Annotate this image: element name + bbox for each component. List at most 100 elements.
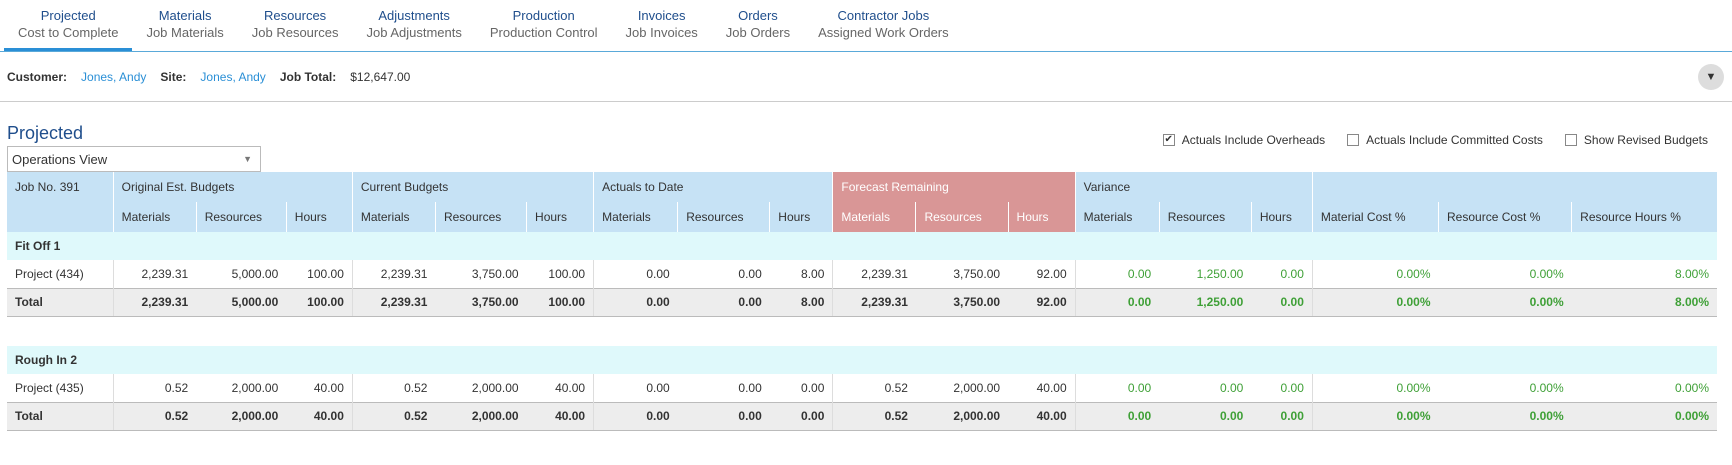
value-cell: 40.00 xyxy=(1008,401,1076,431)
option-label: Actuals Include Committed Costs xyxy=(1366,133,1543,147)
tab-title: Invoices xyxy=(637,8,686,23)
value-cell: 8.00% xyxy=(1674,266,1709,281)
tab-subtitle: Job Invoices xyxy=(625,25,698,40)
tab-subtitle: Job Resources xyxy=(251,25,339,40)
option-actuals-include-overheads[interactable]: ✔ Actuals Include Overheads xyxy=(1162,133,1326,147)
value-cell: 0.00 xyxy=(1074,401,1160,431)
tab-subtitle: Job Orders xyxy=(725,25,791,40)
tab-contractor-jobs[interactable]: Contractor Jobs Assigned Work Orders xyxy=(804,0,963,51)
value-cell: 2,239.31 xyxy=(832,260,916,288)
tab-production[interactable]: Production Production Control xyxy=(476,0,612,51)
tab-materials[interactable]: Materials Job Materials xyxy=(132,0,237,51)
tab-bar: Projected Cost to Complete Materials Job… xyxy=(0,0,1732,52)
value-cell: 0.52 xyxy=(832,401,916,431)
column-header: Hours xyxy=(285,202,353,232)
table-row: Project (434) 2,239.31 5,000.00 100.00 2,239… xyxy=(7,260,1717,288)
value-cell: 0.00% xyxy=(1529,380,1564,395)
row-label: Total xyxy=(7,401,114,431)
projected-cost-table: Job No. 391 Original Est. Budgets Curren… xyxy=(7,172,1717,431)
column-header: Resources xyxy=(195,202,287,232)
tab-orders[interactable]: Orders Job Orders xyxy=(712,0,804,51)
value-cell: 0.00 xyxy=(1251,287,1313,317)
group-percentages xyxy=(1311,172,1717,202)
value-cell: 5,000.00 xyxy=(231,266,279,281)
option-label: Show Revised Budgets xyxy=(1583,133,1708,147)
value-cell: 0.00 xyxy=(769,401,833,431)
value-cell: 0.00 xyxy=(677,287,770,317)
tab-projected[interactable]: Projected Cost to Complete xyxy=(4,0,133,51)
view-select[interactable]: Operations View ▼ xyxy=(7,146,261,172)
value-cell: 0.00 xyxy=(1074,287,1160,317)
value-cell: 3,750.00 xyxy=(471,266,519,281)
checkbox-checked[interactable]: ✔ xyxy=(1162,134,1175,146)
tab-invoices[interactable]: Invoices Job Invoices xyxy=(612,0,712,51)
option-actuals-include-committed-costs[interactable]: Actuals Include Committed Costs xyxy=(1347,133,1543,147)
spacer-row xyxy=(7,316,1717,346)
value-cell: 0.52 xyxy=(112,374,197,402)
section-title: Rough In 2 xyxy=(7,346,1717,374)
tab-title: Adjustments xyxy=(378,8,450,23)
value-cell: 2,000.00 xyxy=(471,380,519,395)
value-cell: 1,250.00 xyxy=(1159,287,1252,317)
tab-adjustments[interactable]: Adjustments Job Adjustments xyxy=(352,0,475,51)
value-cell: 0.00 xyxy=(1280,380,1304,395)
value-cell: 0.00 xyxy=(1219,380,1244,395)
column-header: Resources xyxy=(677,202,770,232)
value-cell: 0.52 xyxy=(832,374,916,402)
value-cell: 40.00 xyxy=(313,380,344,395)
options-group: ✔ Actuals Include Overheads Actuals Incl… xyxy=(1162,133,1708,147)
option-show-revised-budgets[interactable]: Show Revised Budgets xyxy=(1564,133,1708,147)
column-header-blank xyxy=(7,202,114,232)
view-select-value: Operations View xyxy=(12,152,108,167)
group-variance: Variance xyxy=(1074,172,1313,202)
group-original-est-budgets: Original Est. Budgets xyxy=(112,172,353,202)
column-header: Materials xyxy=(351,202,436,232)
tab-title: Resources xyxy=(264,8,327,23)
value-cell: 40.00 xyxy=(526,401,594,431)
tab-resources[interactable]: Resources Job Resources xyxy=(238,0,353,51)
column-header: Materials xyxy=(1074,202,1160,232)
tab-title: Production xyxy=(512,8,575,23)
group-actuals-to-date: Actuals to Date xyxy=(593,172,833,202)
value-cell: 40.00 xyxy=(555,380,586,395)
checkbox[interactable] xyxy=(1347,134,1360,146)
value-cell: 0.00 xyxy=(593,401,678,431)
value-cell: 8.00 xyxy=(769,287,833,317)
value-cell: 2,239.31 xyxy=(112,287,197,317)
section-title: Fit Off 1 xyxy=(7,232,1717,260)
tab-subtitle: Production Control xyxy=(489,25,598,40)
chevron-down-icon: ▼ xyxy=(1705,71,1717,83)
table-row: Project (435) 0.52 2,000.00 40.00 0.52 2,000.… xyxy=(7,374,1717,402)
value-cell: 1,250.00 xyxy=(1196,266,1244,281)
job-total-value: $12,647.00 xyxy=(350,69,411,84)
value-cell: 2,000.00 xyxy=(953,380,1001,395)
group-current-budgets: Current Budgets xyxy=(351,172,594,202)
column-header: Materials xyxy=(112,202,197,232)
site-link[interactable]: Jones, Andy xyxy=(200,70,265,84)
value-cell: 0.00 xyxy=(593,260,678,288)
value-cell: 0.00% xyxy=(1311,287,1439,317)
total-row: Total 0.52 2,000.00 40.00 0.52 2,000.00 40.00 0… xyxy=(7,401,1717,431)
section-row: Fit Off 1 xyxy=(7,232,1717,260)
value-cell: 8.00 xyxy=(801,266,825,281)
tab-subtitle: Job Materials xyxy=(146,25,224,40)
column-header: Hours xyxy=(526,202,594,232)
value-cell: 0.00 xyxy=(1074,374,1160,402)
column-header: Resource Cost % xyxy=(1438,202,1572,232)
value-cell: 3,750.00 xyxy=(953,266,1001,281)
tab-title: Contractor Jobs xyxy=(837,8,930,23)
value-cell: 0.00 xyxy=(738,380,762,395)
job-total-label: Job Total: xyxy=(279,69,337,84)
row-label: Project (435) xyxy=(15,380,84,395)
checkbox[interactable] xyxy=(1564,134,1577,146)
group-forecast-remaining: Forecast Remaining xyxy=(832,172,1076,202)
value-cell: 0.00% xyxy=(1311,260,1439,288)
value-cell: 0.00% xyxy=(1438,401,1572,431)
column-header: Hours xyxy=(769,202,833,232)
value-cell: 92.00 xyxy=(1008,287,1076,317)
option-label: Actuals Include Overheads xyxy=(1181,133,1326,147)
value-cell: 0.00 xyxy=(593,287,678,317)
customer-link[interactable]: Jones, Andy xyxy=(81,70,146,84)
collapse-button[interactable]: ▼ xyxy=(1698,64,1724,90)
value-cell: 2,239.31 xyxy=(351,260,436,288)
